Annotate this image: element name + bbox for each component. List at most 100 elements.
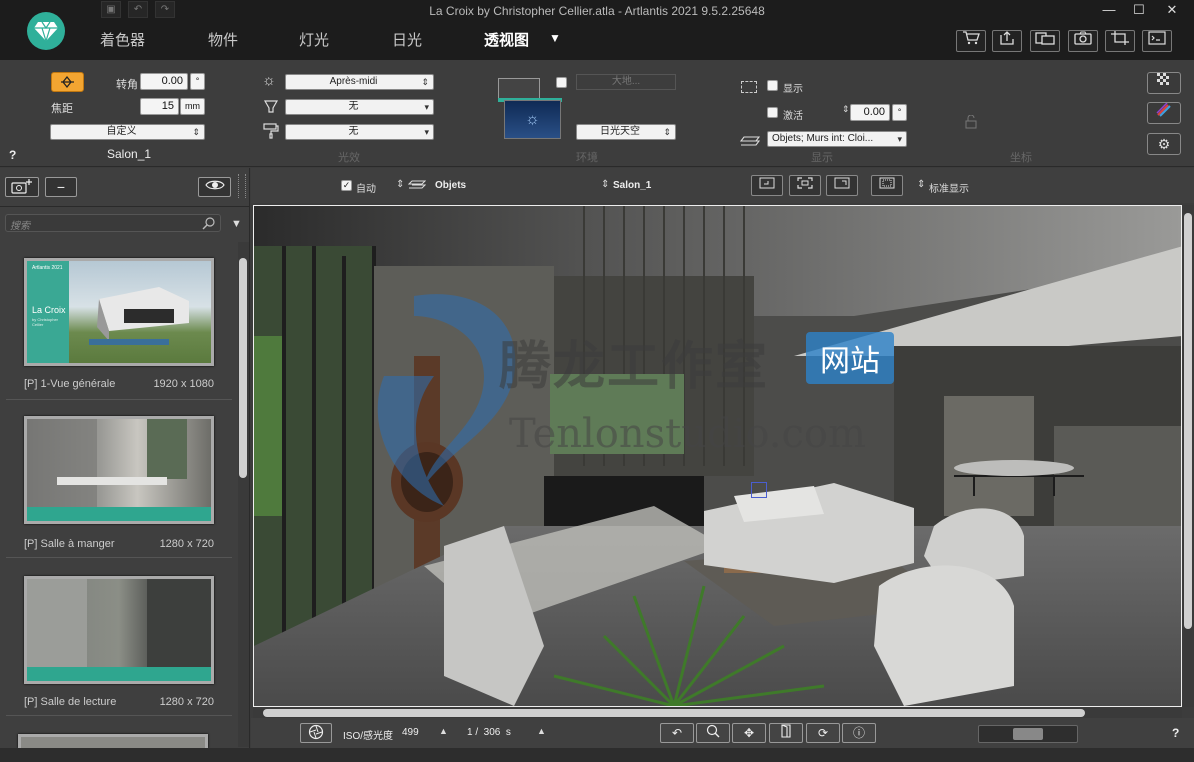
- angle-stepper[interactable]: ⇕: [842, 104, 850, 115]
- watermark-chinese-text: 腾龙工作室: [499, 336, 770, 397]
- close-button[interactable]: ✕: [1157, 0, 1187, 20]
- quick-redo-icon[interactable]: ↷: [155, 1, 175, 18]
- pan-move-icon[interactable]: ✥: [732, 723, 766, 743]
- viewport-vertical-thumb[interactable]: [1184, 213, 1192, 629]
- camera-icon[interactable]: [1068, 30, 1098, 52]
- heliodon-select[interactable]: Après-midi: [285, 74, 434, 90]
- display-mode-stepper[interactable]: ⇕: [917, 179, 925, 190]
- zoom-extents-icon[interactable]: [789, 175, 821, 196]
- tab-dropdown-icon[interactable]: ▼: [549, 31, 561, 45]
- view-selector[interactable]: Salon_1: [613, 180, 651, 191]
- filter-dropdown-icon[interactable]: ▼: [231, 218, 242, 230]
- view-thumbnail[interactable]: [24, 576, 214, 684]
- viewport-horizontal-thumb[interactable]: [263, 709, 1085, 717]
- auto-checkbox[interactable]: ✓: [341, 180, 352, 191]
- maximize-button[interactable]: ☐: [1124, 0, 1154, 20]
- console-icon[interactable]: [1142, 30, 1172, 52]
- artlantis-logo[interactable]: [27, 12, 65, 50]
- panel-grip-handle[interactable]: [238, 174, 246, 198]
- light-select[interactable]: 无: [285, 99, 434, 115]
- camera-mode-button[interactable]: [51, 72, 84, 92]
- layers-select[interactable]: Objets; Murs int: Cloi...: [767, 131, 907, 147]
- objects-selector[interactable]: Objets: [435, 180, 466, 191]
- rotation-input[interactable]: 0.00: [140, 73, 188, 90]
- preview-size-slider[interactable]: [978, 725, 1078, 743]
- views-scrollbar-thumb[interactable]: [239, 258, 247, 478]
- quick-save-icon[interactable]: ▣: [101, 1, 121, 18]
- info-icon[interactable]: ⓘ: [842, 723, 876, 743]
- tab-heliodons[interactable]: 日光: [392, 29, 422, 50]
- visibility-eye-icon[interactable]: [198, 177, 231, 197]
- window-title: La Croix by Christopher Cellier.atla - A…: [429, 4, 765, 18]
- viewport-horizontal-scrollbar[interactable]: [253, 708, 1182, 718]
- objects-stepper[interactable]: ⇕: [396, 179, 404, 190]
- views-panel: − 搜索 ▼ Artlantis 2021 La Croix by Christ…: [0, 168, 250, 748]
- lock-icon[interactable]: [965, 114, 977, 132]
- crop-icon[interactable]: [1105, 30, 1135, 52]
- shutter-increment-icon[interactable]: ▲: [537, 726, 546, 736]
- preview-size-slider-thumb[interactable]: [1013, 728, 1043, 740]
- selection-marker[interactable]: [751, 482, 767, 498]
- show-label: 显示: [783, 84, 803, 95]
- viewport-toolbar: ✓ 自动 ⇕ Objets ⇕ Salon_1 ⇕ 标准显示: [251, 168, 1194, 203]
- angle-input[interactable]: 0.00: [850, 104, 890, 121]
- show-checkbox[interactable]: [767, 80, 778, 91]
- shopping-cart-icon[interactable]: [956, 30, 986, 52]
- window-layout-icon[interactable]: [1030, 30, 1060, 52]
- lens-preset-select[interactable]: 自定义: [50, 124, 205, 140]
- iso-increment-icon[interactable]: ▲: [439, 726, 448, 736]
- minimize-button[interactable]: —: [1094, 0, 1124, 20]
- display-mode-selector[interactable]: 标准显示: [929, 180, 969, 195]
- perspective-toolbar: 转角 0.00 ° 焦距 15 mm 自定义 ? Salon_1 ☼ Après…: [0, 60, 1194, 167]
- zoom-window-icon[interactable]: [826, 175, 858, 196]
- export-icon[interactable]: [992, 30, 1022, 52]
- view-thumbnail[interactable]: [24, 416, 214, 524]
- view-card-vue-generale[interactable]: Artlantis 2021 La Croix by Christopher C…: [6, 254, 232, 400]
- light-bulb-icon: [263, 99, 279, 118]
- tab-shaders[interactable]: 着色器: [100, 29, 145, 50]
- view-thumbnail[interactable]: Artlantis 2021 La Croix by Christopher C…: [24, 258, 214, 366]
- render-region-icon[interactable]: [871, 175, 903, 196]
- iso-value[interactable]: 499: [402, 727, 419, 738]
- settings-gear-icon[interactable]: ⚙: [1147, 133, 1181, 155]
- walk-door-icon[interactable]: [769, 723, 803, 743]
- tab-lights[interactable]: 灯光: [299, 29, 329, 50]
- remove-view-button[interactable]: −: [45, 177, 77, 197]
- quick-undo-icon[interactable]: ↶: [128, 1, 148, 18]
- tab-objects[interactable]: 物件: [208, 29, 238, 50]
- view-thumbnail-partial[interactable]: [18, 734, 208, 748]
- color-pencils-icon[interactable]: [1147, 102, 1181, 124]
- view-card-salle-de-lecture[interactable]: [P] Salle de lecture 1280 x 720: [6, 574, 232, 716]
- search-icon[interactable]: [202, 216, 216, 233]
- sky-select[interactable]: 日光天空: [576, 124, 676, 140]
- aperture-icon[interactable]: [300, 723, 332, 743]
- search-box[interactable]: 搜索: [5, 214, 221, 232]
- viewport-vertical-scrollbar[interactable]: [1183, 205, 1194, 707]
- add-view-button[interactable]: [5, 177, 39, 197]
- shutter-speed-value[interactable]: 1 / 306 s: [467, 727, 511, 738]
- view-stepper[interactable]: ⇕: [601, 179, 609, 190]
- ground-input[interactable]: 大地...: [576, 74, 676, 90]
- view-title: [P] 1-Vue générale: [24, 378, 116, 390]
- activate-checkbox[interactable]: [767, 107, 778, 118]
- orbit-rotate-icon[interactable]: ⟳: [806, 723, 840, 743]
- focal-unit: mm: [180, 98, 205, 115]
- help-icon[interactable]: ?: [9, 148, 16, 162]
- checker-icon[interactable]: [1147, 72, 1181, 94]
- render-preview-viewport[interactable]: 腾龙工作室 网站 Tenlonstudio.com: [253, 205, 1182, 707]
- view-card-salle-a-manger[interactable]: [P] Salle à manger 1280 x 720: [6, 414, 232, 558]
- objects-layers-icon: [407, 179, 427, 194]
- thumbnail-image: [69, 261, 211, 363]
- focal-input[interactable]: 15: [140, 98, 179, 115]
- sky-preview[interactable]: ☼: [504, 100, 561, 139]
- paint-select[interactable]: 无: [285, 124, 434, 140]
- undo-view-icon[interactable]: ↶: [660, 723, 694, 743]
- bottom-help-icon[interactable]: ?: [1172, 726, 1179, 740]
- zoom-icon[interactable]: [696, 723, 730, 743]
- views-scrollbar[interactable]: [238, 242, 249, 747]
- tab-perspectives[interactable]: 透视图: [484, 29, 529, 50]
- artlantis-window: ▣ ↶ ↷ La Croix by Christopher Cellier.at…: [0, 0, 1194, 762]
- ground-checkbox[interactable]: [556, 77, 567, 88]
- frame-region-icon[interactable]: [751, 175, 783, 196]
- ground-preview[interactable]: [498, 78, 540, 100]
